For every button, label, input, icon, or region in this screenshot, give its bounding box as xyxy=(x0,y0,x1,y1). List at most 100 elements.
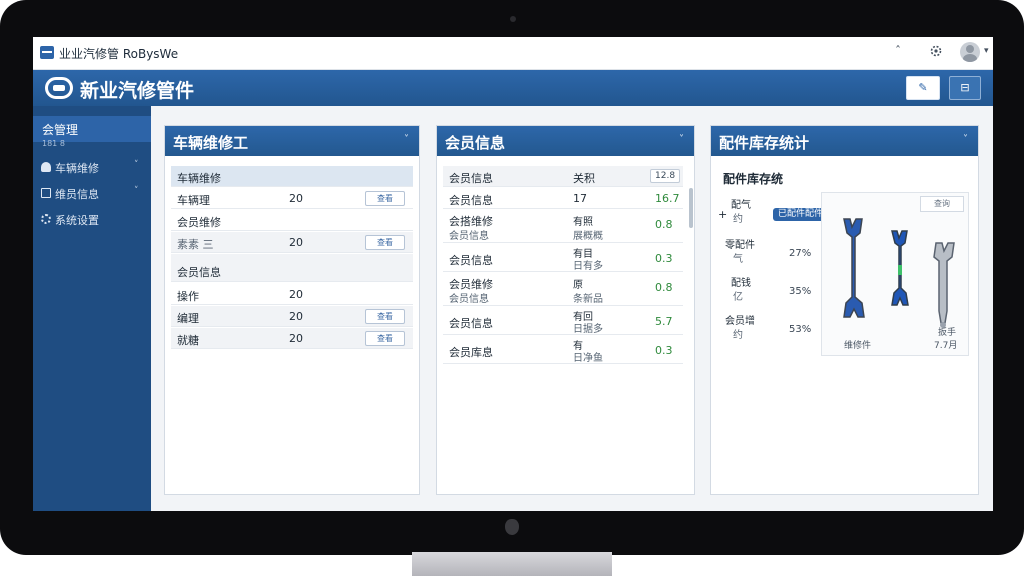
inventory-percent: 27% xyxy=(789,248,812,259)
row-name: 会员维修 xyxy=(177,216,221,229)
row-name: 会员信息 xyxy=(449,254,493,267)
table-row[interactable]: 会员维修 xyxy=(171,210,413,231)
table-row[interactable]: 会员信息 xyxy=(171,254,413,282)
app-header: 新业汽修管件 ✎ ⊟ xyxy=(33,70,993,106)
sidebar-sub-caption: 181 8 xyxy=(42,139,65,148)
row-name: 操作 xyxy=(177,290,199,303)
row-value: 5.7 xyxy=(655,315,673,328)
car-logo-icon xyxy=(45,77,73,99)
row-value: 0.3 xyxy=(655,252,673,265)
inventory-label-value: 气 xyxy=(733,254,743,265)
row-col2-sub: 日据多 xyxy=(573,324,603,335)
panel-title: 车辆维修工 xyxy=(173,134,249,152)
inventory-label-value: 约 xyxy=(733,330,743,341)
table-header-label: 关积 xyxy=(573,172,595,185)
gear-icon[interactable] xyxy=(929,44,943,61)
table-row[interactable]: 会员维修 会员信息 原 条新品 0.8 xyxy=(443,273,683,306)
minimize-button[interactable]: ˆ xyxy=(895,44,901,58)
sidebar-item-label: 车辆维修 xyxy=(55,162,99,175)
row-name: 会员库息 xyxy=(449,346,493,359)
chevron-down-icon[interactable]: ▾ xyxy=(984,46,989,56)
row-col2-sub: 展概概 xyxy=(573,231,603,242)
layout-button[interactable]: ⊟ xyxy=(949,76,981,100)
inventory-percent: 53% xyxy=(789,324,812,335)
avatar[interactable] xyxy=(960,42,980,62)
row-name: 会员信息 xyxy=(449,194,493,207)
sidebar-item-members[interactable]: 维员信息 ˅ xyxy=(33,180,151,206)
inventory-label-value: 亿 xyxy=(733,292,743,303)
view-button[interactable]: 查看 xyxy=(365,191,405,206)
table-header-value: 12.8 xyxy=(650,169,681,183)
table-row[interactable]: 会搭维修 会员信息 有照 展概概 0.8 xyxy=(443,210,683,243)
table-header-label: 车辆维修 xyxy=(177,172,221,185)
row-name: 编理 xyxy=(177,312,199,325)
table-header-label: 会员信息 xyxy=(449,172,493,185)
inventory-subtitle: 配件库存统 xyxy=(723,172,784,186)
sidebar-item-repair[interactable]: 车辆维修 ˅ xyxy=(33,154,151,180)
row-col2-sub: 日净鱼 xyxy=(573,353,603,364)
view-button[interactable]: 查看 xyxy=(365,309,405,324)
table-row[interactable]: 就糖 20 查看 xyxy=(171,328,413,349)
chevron-down-icon: ˅ xyxy=(134,160,139,170)
row-sub: 会员信息 xyxy=(449,231,489,242)
table-row[interactable]: 素素 三 20 查看 xyxy=(171,232,413,253)
chevron-down-icon[interactable]: ˅ xyxy=(404,134,409,145)
table-header: 车辆维修 xyxy=(171,166,413,187)
repair-panel: 车辆维修工 ˅ 车辆维修 车辆理 20 查看 会员维修 素素 三 20 查看 会… xyxy=(164,125,420,495)
sidebar-item-label: 会管理 xyxy=(42,123,79,137)
app-icon xyxy=(40,46,54,59)
table-row[interactable]: 编理 20 查看 xyxy=(171,306,413,327)
row-name: 素素 三 xyxy=(177,238,214,251)
view-button[interactable]: 查看 xyxy=(365,331,405,346)
monitor-frame: 业业汽修管 RoBysWe ˆ ▾ 新业汽修管件 ✎ ⊟ 会管理 181 8 车… xyxy=(0,0,1024,555)
sidebar-item-settings[interactable]: 系统设置 xyxy=(33,206,151,232)
inventory-panel: 配件库存统计 ˅ 配件库存统 配气 约 已配件配件 + 零配件 气 27% 配钱… xyxy=(710,125,979,495)
table-row[interactable]: 会员库息 有 日净鱼 0.3 xyxy=(443,336,683,364)
row-col2-sub: 日有多 xyxy=(573,261,603,272)
table-row[interactable]: 车辆理 20 查看 xyxy=(171,188,413,209)
sidebar: 会管理 181 8 车辆维修 ˅ 维员信息 ˅ 系统设置 xyxy=(33,106,151,511)
app-title: 新业汽修管件 xyxy=(80,80,195,102)
chevron-down-icon: ˅ xyxy=(134,186,139,196)
scrollbar[interactable] xyxy=(689,188,693,228)
row-name: 就糖 xyxy=(177,334,199,347)
panel-title: 配件库存统计 xyxy=(719,134,810,152)
panel-header: 车辆维修工 ˅ xyxy=(165,126,419,156)
wrench-icon xyxy=(891,230,909,306)
row-value: 0.8 xyxy=(655,281,673,294)
panel-header: 会员信息 ˅ xyxy=(437,126,694,156)
table-row[interactable]: 会员信息 17 16.7 xyxy=(443,188,683,209)
row-value: 20 xyxy=(289,332,303,345)
wrench-icon xyxy=(933,242,955,328)
row-name: 会员信息 xyxy=(449,317,493,330)
edit-button[interactable]: ✎ xyxy=(906,76,940,100)
tool-caption: 7.7月 xyxy=(934,341,958,351)
panel-header: 配件库存统计 ˅ xyxy=(711,126,978,156)
sidebar-item-label: 系统设置 xyxy=(55,214,99,227)
row-value: 20 xyxy=(289,288,303,301)
status-badge: 已配件配件 xyxy=(773,208,829,221)
table-row[interactable]: 操作 20 xyxy=(171,284,413,305)
tool-illustration-card: 查询 维修件 扳手 7.7月 xyxy=(821,192,969,356)
title-bar: 业业汽修管 RoBysWe ˆ ▾ xyxy=(33,37,993,70)
chevron-down-icon[interactable]: ˅ xyxy=(679,134,684,145)
row-value: 20 xyxy=(289,310,303,323)
row-col2: 17 xyxy=(573,192,587,205)
tool-caption: 扳手 xyxy=(938,328,957,338)
inventory-label: 零配件 xyxy=(725,240,755,251)
row-name: 会员信息 xyxy=(177,266,221,279)
apple-logo-icon xyxy=(505,519,519,535)
table-row[interactable]: 会员信息 有回 日据多 5.7 xyxy=(443,307,683,335)
row-value: 0.3 xyxy=(655,344,673,357)
add-icon[interactable]: + xyxy=(718,208,727,221)
user-icon xyxy=(41,162,51,172)
panel-title: 会员信息 xyxy=(445,134,506,152)
screen: 业业汽修管 RoBysWe ˆ ▾ 新业汽修管件 ✎ ⊟ 会管理 181 8 车… xyxy=(33,37,993,511)
chevron-down-icon[interactable]: ˅ xyxy=(963,134,968,145)
sidebar-item-label: 维员信息 xyxy=(55,188,99,201)
view-button[interactable]: 查看 xyxy=(365,235,405,250)
table-row[interactable]: 会员信息 有目 日有多 0.3 xyxy=(443,244,683,272)
inventory-label: 配钱 xyxy=(731,278,751,289)
row-value: 20 xyxy=(289,192,303,205)
row-col2: 有照 xyxy=(573,217,593,228)
